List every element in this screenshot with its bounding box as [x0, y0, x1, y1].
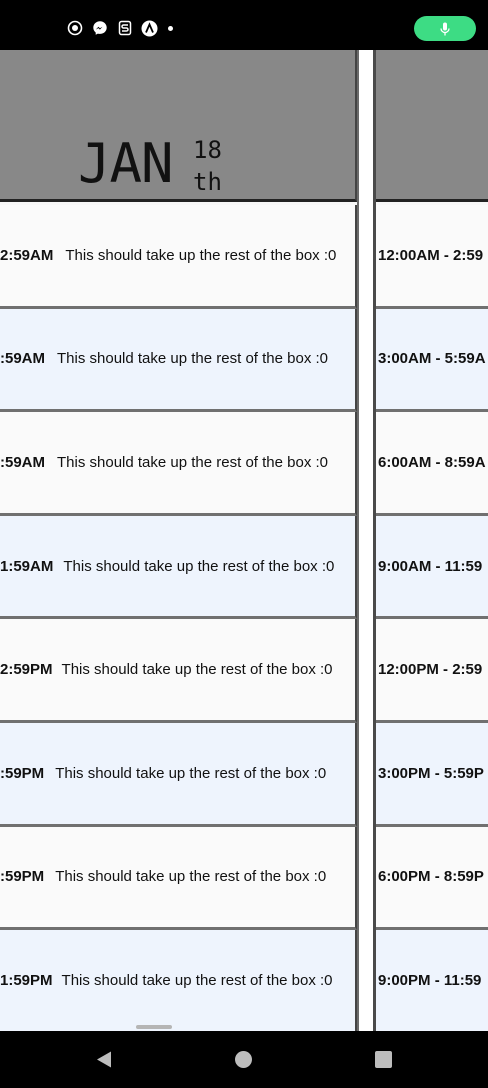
- time-slot[interactable]: 1:59AM This should take up the rest of th…: [0, 515, 357, 620]
- day-suffix: th: [193, 168, 222, 196]
- slot-time: 6:00PM - 8:59P: [378, 868, 484, 886]
- time-slot[interactable]: 3:00AM - 5:59A: [376, 308, 488, 413]
- back-icon[interactable]: [95, 1050, 113, 1074]
- slot-description: This should take up the rest of the box …: [57, 453, 329, 471]
- time-slot[interactable]: 9:00PM - 11:59: [376, 930, 488, 1031]
- month-label: JAN: [78, 132, 174, 195]
- time-slot[interactable]: 1:59PM This should take up the rest of th…: [0, 930, 357, 1031]
- slot-time: 12:00PM - 2:59: [378, 661, 483, 679]
- slot-time: :59AM: [0, 453, 46, 471]
- notification-dot-icon: [168, 25, 173, 31]
- time-slot[interactable]: 12:00PM - 2:59: [376, 619, 488, 723]
- time-slot-list: 12:00AM - 2:59 3:00AM - 5:59A 6:00AM - 8…: [376, 205, 488, 1031]
- time-slot[interactable]: 2:59PM This should take up the rest of th…: [0, 619, 357, 723]
- day-header: [376, 50, 488, 202]
- status-icons: [66, 18, 173, 38]
- slot-time: 3:00AM - 5:59A: [378, 350, 486, 368]
- slot-time: 9:00AM - 11:59: [378, 557, 483, 575]
- time-slot[interactable]: :59PM This should take up the rest of the…: [0, 826, 357, 931]
- scroll-indicator[interactable]: [136, 1025, 172, 1029]
- time-slot[interactable]: 9:00AM - 11:59: [376, 515, 488, 620]
- slot-time: 12:00AM - 2:59: [378, 246, 484, 264]
- time-slot[interactable]: 6:00PM - 8:59P: [376, 826, 488, 931]
- slot-time: :59PM: [0, 764, 45, 782]
- day-column-1[interactable]: JAN 18 th 2:59AM This should take up the …: [0, 50, 357, 1031]
- slot-description: This should take up the rest of the box …: [61, 971, 333, 989]
- slot-time: 1:59AM: [0, 557, 54, 575]
- time-slot[interactable]: 12:00AM - 2:59: [376, 205, 488, 309]
- slot-description: This should take up the rest of the box …: [55, 868, 327, 886]
- slot-time: 6:00AM - 8:59A: [378, 453, 486, 471]
- schedule-view[interactable]: JAN 18 th 2:59AM This should take up the …: [0, 50, 488, 1031]
- navigation-bar: [0, 1031, 488, 1088]
- slot-time: 2:59AM: [0, 246, 54, 264]
- slot-time: :59AM: [0, 350, 46, 368]
- slot-time: :59PM: [0, 868, 45, 886]
- app-a-icon: [141, 20, 158, 37]
- home-icon[interactable]: [235, 1051, 252, 1068]
- slot-description: This should take up the rest of the box …: [63, 557, 335, 575]
- slot-time: 2:59PM: [0, 661, 53, 679]
- slot-time: 1:59PM: [0, 971, 53, 989]
- time-slot[interactable]: :59PM This should take up the rest of the…: [0, 722, 357, 827]
- time-slot[interactable]: :59AM This should take up the rest of the…: [0, 308, 357, 413]
- recents-icon[interactable]: [375, 1051, 392, 1068]
- messenger-icon: [91, 20, 108, 37]
- time-slot[interactable]: 3:00PM - 5:59P: [376, 722, 488, 827]
- slot-description: This should take up the rest of the box …: [57, 350, 329, 368]
- day-number: 18: [193, 136, 222, 164]
- slot-description: This should take up the rest of the box …: [55, 764, 327, 782]
- time-slot-list: 2:59AM This should take up the rest of th…: [0, 205, 357, 1031]
- mic-icon: [440, 22, 450, 35]
- column-divider: [357, 50, 376, 1031]
- time-slot[interactable]: 6:00AM - 8:59A: [376, 412, 488, 516]
- slot-time: 3:00PM - 5:59P: [378, 764, 484, 782]
- time-slot[interactable]: 2:59AM This should take up the rest of th…: [0, 205, 357, 309]
- tasker-icon: [116, 20, 133, 37]
- slot-time: 9:00PM - 11:59: [378, 971, 482, 989]
- status-bar: [0, 0, 488, 50]
- day-header: JAN 18 th: [0, 50, 357, 202]
- mic-indicator[interactable]: [414, 16, 476, 41]
- slot-description: This should take up the rest of the box …: [65, 246, 337, 264]
- day-column-2[interactable]: 12:00AM - 2:59 3:00AM - 5:59A 6:00AM - 8…: [376, 50, 488, 1031]
- screen-record-icon: [66, 20, 83, 37]
- time-slot[interactable]: :59AM This should take up the rest of the…: [0, 412, 357, 516]
- slot-description: This should take up the rest of the box …: [61, 661, 333, 679]
